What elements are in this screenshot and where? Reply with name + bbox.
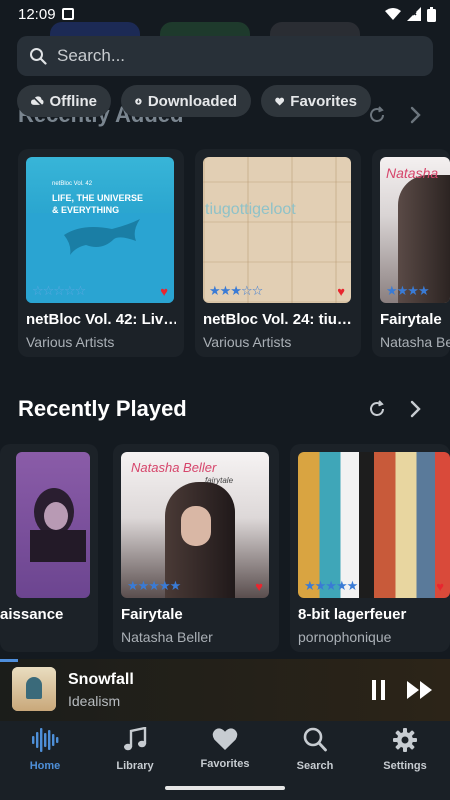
- album-card[interactable]: netBloc Vol. 42 LIFE, THE UNIVERSE & EVE…: [18, 149, 184, 357]
- music-note-icon: [124, 726, 147, 751]
- album-art: netBloc Vol. 42 LIFE, THE UNIVERSE & EVE…: [26, 157, 174, 303]
- album-art: Natasha ★★★★: [380, 157, 450, 303]
- nav-settings[interactable]: Settings: [365, 727, 445, 772]
- album-artist: Various Artists: [203, 334, 292, 350]
- album-artist: Natasha Beller: [121, 629, 213, 645]
- rating-stars[interactable]: ☆☆☆☆☆: [32, 283, 86, 299]
- search-placeholder: Search...: [57, 46, 126, 65]
- album-art-text: tiugottigeloot: [205, 201, 296, 218]
- heart-icon: [275, 97, 285, 105]
- album-art-small-text: netBloc Vol. 42: [52, 181, 93, 187]
- section-title-recently-played: Recently Played: [18, 396, 187, 421]
- album-title: Fairytale: [380, 311, 442, 328]
- album-art-text: & EVERYTHING: [52, 205, 120, 215]
- album-title: Fairytale: [121, 606, 183, 623]
- dolphin-illustration: [64, 219, 140, 255]
- album-art-text: fairytale: [205, 476, 234, 485]
- favorite-heart-icon[interactable]: ♥: [255, 579, 263, 594]
- gear-icon: [393, 728, 417, 752]
- album-title: aissance: [0, 606, 64, 623]
- album-title: netBloc Vol. 42: Liv…: [26, 311, 176, 328]
- favorite-heart-icon[interactable]: ♥: [337, 284, 345, 299]
- search-icon: [30, 48, 47, 65]
- album-art-text: Natasha Beller: [131, 460, 217, 475]
- playback-progress[interactable]: [0, 659, 18, 662]
- download-circle-icon: [135, 97, 142, 105]
- wifi-icon: [385, 7, 401, 20]
- status-time: 12:09: [18, 5, 56, 23]
- rating-stars[interactable]: ★★★★: [386, 283, 430, 299]
- chip-favorites[interactable]: Favorites: [261, 85, 371, 117]
- chip-label: Downloaded: [147, 92, 237, 110]
- album-artist: pornophonique: [298, 629, 392, 645]
- cloud-off-icon: [31, 95, 44, 107]
- favorite-heart-icon[interactable]: ♥: [436, 579, 444, 594]
- album-art: Natasha Beller fairytale ★★★★★ ♥: [121, 452, 269, 598]
- home-indicator[interactable]: [165, 786, 285, 790]
- nav-home[interactable]: Home: [5, 727, 85, 772]
- rating-stars[interactable]: ★★★★★: [127, 578, 181, 594]
- album-card[interactable]: aissance: [0, 444, 98, 652]
- album-title: 8-bit lagerfeuer: [298, 606, 407, 623]
- mini-player[interactable]: Snowfall Idealism: [0, 659, 450, 721]
- album-card[interactable]: ★★★★★ ♥ 8-bit lagerfeuer pornophonique: [290, 444, 450, 652]
- rating-stars[interactable]: ★★★☆☆: [209, 283, 263, 299]
- nav-library[interactable]: Library: [95, 726, 175, 772]
- favorite-heart-icon[interactable]: ♥: [160, 284, 168, 299]
- portrait-illustration: [30, 488, 86, 562]
- album-card[interactable]: Natasha ★★★★ Fairytale Natasha Beller: [372, 149, 450, 357]
- chip-downloaded[interactable]: Downloaded: [121, 85, 251, 117]
- nav-label: Library: [116, 760, 154, 772]
- album-artist: Various Artists: [26, 334, 115, 350]
- album-art: ★★★★★ ♥: [298, 452, 450, 598]
- screenshot-icon: [61, 8, 74, 20]
- pause-icon[interactable]: [370, 679, 388, 701]
- rating-stars[interactable]: ★★★★★: [304, 578, 358, 594]
- album-card[interactable]: tiugottigeloot ★★★☆☆ ♥ netBloc Vol. 24: …: [195, 149, 361, 357]
- album-art-text: Natasha: [386, 165, 439, 181]
- now-playing-title: Snowfall: [68, 671, 134, 688]
- chevron-right-icon[interactable]: [404, 398, 426, 420]
- waveform-icon: [32, 728, 59, 752]
- nav-search[interactable]: Search: [275, 727, 355, 772]
- battery-icon: [427, 6, 436, 22]
- album-art: [16, 452, 90, 598]
- skip-forward-icon[interactable]: [406, 680, 434, 700]
- refresh-icon[interactable]: [366, 398, 388, 420]
- nav-label: Search: [296, 760, 334, 772]
- chip-offline[interactable]: Offline: [17, 85, 111, 117]
- nav-favorites[interactable]: Favorites: [185, 727, 265, 770]
- album-title: netBloc Vol. 24: tiu…: [203, 311, 352, 328]
- nav-label: Home: [29, 760, 61, 772]
- chevron-right-icon[interactable]: [404, 104, 426, 126]
- now-playing-artist: Idealism: [68, 693, 121, 709]
- chip-label: Favorites: [290, 92, 357, 110]
- now-playing-art: [12, 667, 56, 711]
- album-card[interactable]: Natasha Beller fairytale ★★★★★ ♥ Fairyta…: [113, 444, 279, 652]
- search-icon: [303, 727, 327, 752]
- heart-icon: [212, 728, 238, 750]
- search-bar[interactable]: Search...: [17, 36, 433, 76]
- chip-label: Offline: [49, 92, 98, 110]
- album-art-text: LIFE, THE UNIVERSE: [52, 193, 144, 203]
- signal-icon: [407, 7, 421, 21]
- nav-label: Favorites: [200, 758, 250, 770]
- nav-label: Settings: [383, 760, 427, 772]
- album-art: tiugottigeloot ★★★☆☆ ♥: [203, 157, 351, 303]
- album-artist: Natasha Beller: [380, 334, 450, 350]
